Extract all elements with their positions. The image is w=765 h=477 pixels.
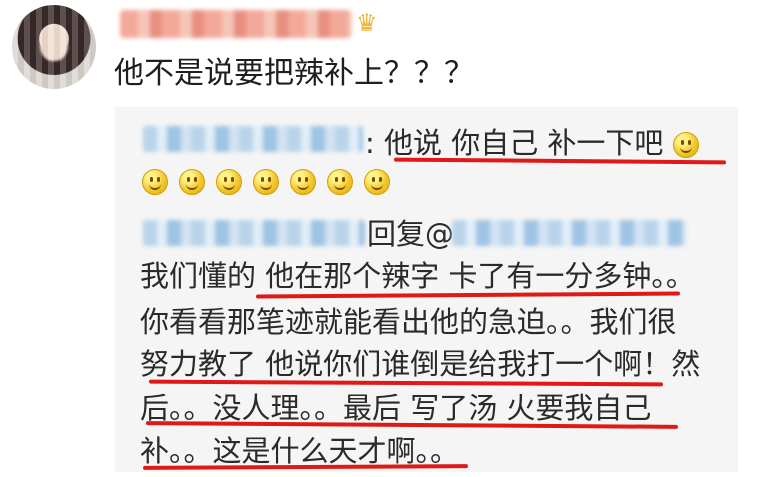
- username-blurred[interactable]: [120, 10, 352, 38]
- reply-author-blurred[interactable]: [143, 220, 365, 246]
- avatar-blur: [12, 5, 96, 89]
- smiley-icon: [672, 132, 699, 158]
- smiley-icon: [216, 169, 242, 195]
- reply-mention-blurred[interactable]: [452, 220, 686, 246]
- reply-username-blurred[interactable]: [143, 126, 363, 152]
- reply-prefix: 回复@: [367, 214, 454, 254]
- crown-icon: ♛: [356, 9, 378, 37]
- avatar[interactable]: [12, 5, 96, 89]
- reply-body-line-2: 你看看那笔迹就能看出他的急迫。。我们很: [140, 305, 677, 339]
- smiley-row: [142, 169, 390, 195]
- smiley-icon: [253, 169, 279, 195]
- smiley-icon: [179, 169, 205, 195]
- reply-prefix-text: 回复@: [367, 217, 455, 251]
- reply-body-line-3: 努力教了 他说你们谁倒是给我打一个啊！然: [140, 347, 701, 381]
- comment-text: 他不是说要把辣补上？？？: [114, 56, 474, 91]
- smiley-icon: [364, 169, 390, 195]
- smiley-icon: [290, 169, 316, 195]
- smiley-icon: [327, 169, 353, 195]
- reply-body-line-1: 我们懂的 他在那个辣字 卡了有一分多钟。。: [140, 259, 695, 293]
- smiley-icon: [142, 169, 168, 195]
- reply-line-1-text: : 他说 你自己 补一下吧: [365, 126, 664, 160]
